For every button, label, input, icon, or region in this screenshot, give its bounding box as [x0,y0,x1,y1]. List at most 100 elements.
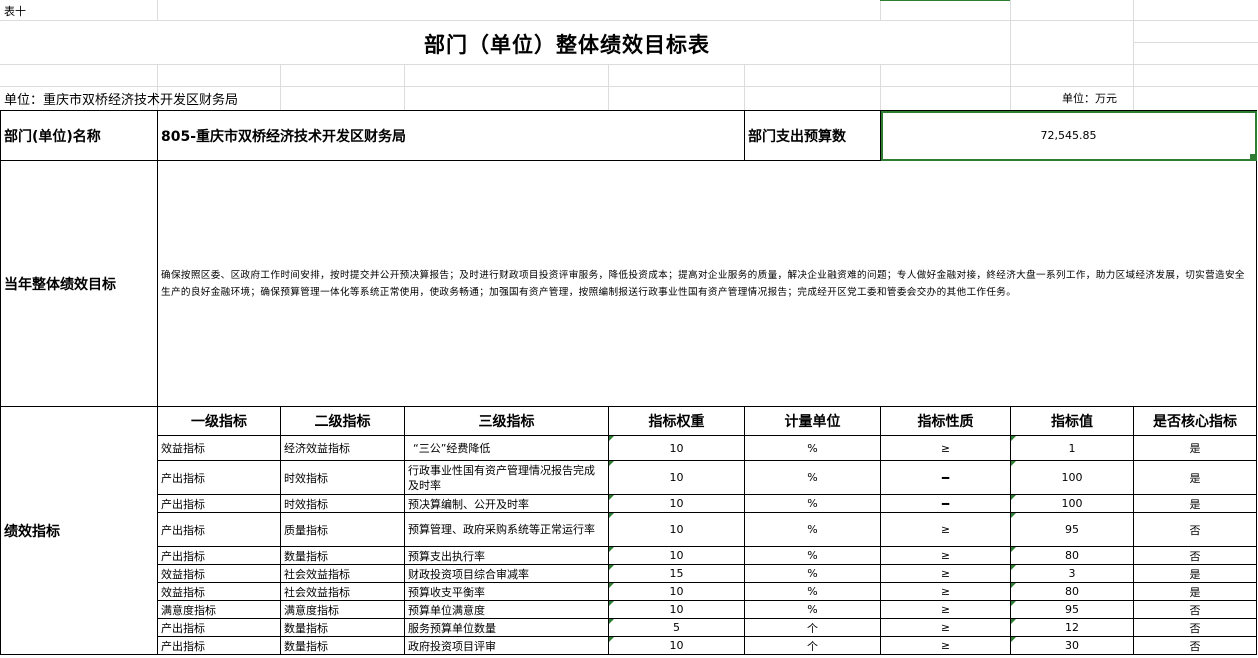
value-cell[interactable]: 100 [1010,494,1134,513]
nature-cell[interactable]: ≥ [880,600,1011,619]
level1-cell[interactable]: 产出指标 [157,512,281,547]
level1-cell[interactable]: 产出指标 [157,636,281,655]
unit-cell[interactable]: % [744,546,881,565]
nature-cell[interactable]: ≥ [880,546,1011,565]
annual-goal-text[interactable]: 确保按照区委、区政府工作时间安排，按时提交并公开预决算报告；及时进行财政项目投资… [157,160,1257,407]
weight-cell[interactable]: 10 [608,512,745,547]
level3-cell[interactable]: “三公”经费降低 [404,435,609,461]
level3-cell[interactable]: 预算支出执行率 [404,546,609,565]
nature-cell[interactable]: ≥ [880,435,1011,461]
unit-cell[interactable]: % [744,512,881,547]
level3-cell[interactable]: 预算单位满意度 [404,600,609,619]
table-row: 产出指标 数量指标 政府投资项目评审 10 个 ≥ 30 否 [1,636,1257,655]
level2-cell[interactable]: 数量指标 [280,636,405,655]
level2-cell[interactable]: 满意度指标 [280,600,405,619]
value-cell[interactable]: 12 [1010,618,1134,637]
core-cell[interactable]: 是 [1133,435,1257,461]
level2-cell[interactable]: 数量指标 [280,618,405,637]
level2-cell[interactable]: 数量指标 [280,546,405,565]
value-cell[interactable]: 80 [1010,546,1134,565]
value-cell[interactable]: 30 [1010,636,1134,655]
col-header-level3: 三级指标 [404,406,609,436]
weight-cell[interactable]: 5 [608,618,745,637]
weight-cell[interactable]: 10 [608,460,745,495]
level3-cell[interactable]: 预算收支平衡率 [404,582,609,601]
budget-label: 部门支出预算数 [744,110,881,161]
level3-cell[interactable]: 预算管理、政府采购系统等正常运行率 [404,512,609,547]
weight-cell[interactable]: 10 [608,582,745,601]
dept-name-label: 部门(单位)名称 [0,110,158,161]
core-cell[interactable]: 否 [1133,636,1257,655]
level3-cell[interactable]: 财政投资项目综合审减率 [404,564,609,583]
level1-cell[interactable]: 效益指标 [157,564,281,583]
level2-cell[interactable]: 社会效益指标 [280,582,405,601]
level3-cell[interactable]: 政府投资项目评审 [404,636,609,655]
nature-cell[interactable]: ≥ [880,618,1011,637]
level2-cell[interactable]: 质量指标 [280,512,405,547]
nature-cell[interactable]: ≥ [880,564,1011,583]
weight-cell[interactable]: 15 [608,564,745,583]
col-header-weight: 指标权重 [608,406,745,436]
unit-cell[interactable]: % [744,494,881,513]
value-cell[interactable]: 95 [1010,600,1134,619]
budget-value-cell[interactable]: 72,545.85 [880,110,1257,161]
unit-cell[interactable]: 个 [744,618,881,637]
core-cell[interactable]: 否 [1133,618,1257,637]
nature-cell[interactable]: ━ [880,494,1011,513]
weight-cell[interactable]: 10 [608,546,745,565]
unit-cell[interactable]: % [744,564,881,583]
value-cell[interactable]: 100 [1010,460,1134,495]
nature-cell[interactable]: ≥ [880,582,1011,601]
col-header-level2: 二级指标 [280,406,405,436]
level3-cell[interactable]: 行政事业性国有资产管理情况报告完成及时率 [404,460,609,495]
performance-table: 部门(单位)名称 805-重庆市双桥经济技术开发区财务局 部门支出预算数 72,… [0,110,1257,655]
level1-cell[interactable]: 满意度指标 [157,600,281,619]
weight-cell[interactable]: 10 [608,600,745,619]
table-row: 产出指标 时效指标 预决算编制、公开及时率 10 % ━ 100 是 [1,494,1257,513]
nature-cell[interactable]: ≥ [880,636,1011,655]
core-cell[interactable]: 是 [1133,564,1257,583]
dept-name-value[interactable]: 805-重庆市双桥经济技术开发区财务局 [157,110,745,161]
col-header-core: 是否核心指标 [1133,406,1257,436]
level1-cell[interactable]: 产出指标 [157,460,281,495]
selection-fill-handle[interactable] [1250,154,1256,160]
nature-cell[interactable]: ━ [880,460,1011,495]
level1-cell[interactable]: 产出指标 [157,494,281,513]
table-row: 产出指标 数量指标 服务预算单位数量 5 个 ≥ 12 否 [1,618,1257,637]
core-cell[interactable]: 是 [1133,582,1257,601]
unit-cell[interactable]: % [744,460,881,495]
level3-cell[interactable]: 预决算编制、公开及时率 [404,494,609,513]
table-row: 效益指标 社会效益指标 预算收支平衡率 10 % ≥ 80 是 [1,582,1257,601]
weight-cell[interactable]: 10 [608,435,745,461]
value-cell[interactable]: 95 [1010,512,1134,547]
indicators-label: 绩效指标 [0,406,158,655]
level2-cell[interactable]: 时效指标 [280,494,405,513]
core-cell[interactable]: 是 [1133,494,1257,513]
unit-cell[interactable]: % [744,600,881,619]
col-header-unit: 计量单位 [744,406,881,436]
weight-cell[interactable]: 10 [608,494,745,513]
level1-cell[interactable]: 效益指标 [157,435,281,461]
level3-cell[interactable]: 服务预算单位数量 [404,618,609,637]
value-cell[interactable]: 3 [1010,564,1134,583]
core-cell[interactable]: 否 [1133,600,1257,619]
level2-cell[interactable]: 时效指标 [280,460,405,495]
core-cell[interactable]: 是 [1133,460,1257,495]
col-header-level1: 一级指标 [157,406,281,436]
weight-cell[interactable]: 10 [608,636,745,655]
table-row: 效益指标 经济效益指标 “三公”经费降低 10 % ≥ 1 是 [1,435,1257,461]
nature-cell[interactable]: ≥ [880,512,1011,547]
core-cell[interactable]: 否 [1133,512,1257,547]
table-number: 表十 [4,5,26,18]
level2-cell[interactable]: 经济效益指标 [280,435,405,461]
level1-cell[interactable]: 产出指标 [157,546,281,565]
unit-cell[interactable]: % [744,582,881,601]
level2-cell[interactable]: 社会效益指标 [280,564,405,583]
value-cell[interactable]: 80 [1010,582,1134,601]
unit-cell[interactable]: % [744,435,881,461]
level1-cell[interactable]: 产出指标 [157,618,281,637]
unit-cell[interactable]: 个 [744,636,881,655]
core-cell[interactable]: 否 [1133,546,1257,565]
level1-cell[interactable]: 效益指标 [157,582,281,601]
value-cell[interactable]: 1 [1010,435,1134,461]
